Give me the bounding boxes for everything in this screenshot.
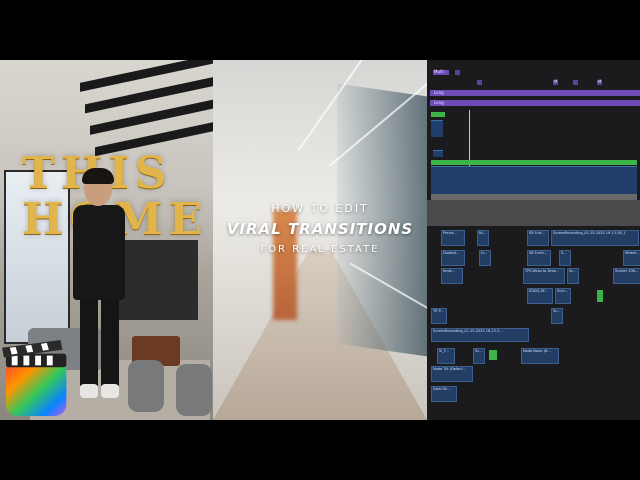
clip-label: TPS-Wrap to Drop...	[525, 269, 560, 273]
browser-clip[interactable]: SB Furth...	[527, 250, 551, 266]
browser-clip-audio[interactable]	[597, 290, 603, 302]
ottoman	[176, 364, 212, 416]
clip-label: SB Furt...	[529, 231, 545, 235]
browser-clip[interactable]: ScreenRecording_01-25-2025 16-13-3...	[431, 328, 529, 342]
browser-clip[interactable]: Sc...	[551, 308, 563, 324]
title-line-for-real-estate: FOR REAL ESTATE	[260, 244, 380, 255]
browser-clip-audio[interactable]	[489, 350, 497, 360]
lane-label: Long	[434, 90, 444, 95]
clip-label: Dark Dh...	[433, 387, 451, 391]
clip-label: S...	[561, 251, 567, 255]
browser-clip[interactable]: SB Furt...	[527, 230, 549, 246]
browser-clip[interactable]: Previs...	[441, 230, 465, 246]
clip-label: Doorbd...	[443, 251, 460, 255]
browser-clip[interactable]: EDDQ-SF...	[527, 288, 553, 304]
clip-label: SB Furth...	[529, 251, 548, 255]
browser-clip[interactable]: Sceder 336...	[613, 268, 640, 284]
browser-clip[interactable]: TR P...	[431, 308, 447, 324]
fireplace	[118, 240, 198, 320]
presenter-hair	[82, 168, 114, 184]
clip-label: Scre...	[557, 289, 568, 293]
timeline-clip[interactable]	[431, 120, 443, 137]
marker-label: M	[554, 79, 558, 84]
clip-label: Node Basic (B...	[523, 349, 551, 353]
browser-clip[interactable]: ScreenRecording_01-25-2025 19-13-38_1	[551, 230, 639, 246]
clip-label: Sl_F...	[439, 349, 449, 353]
browser-clip[interactable]: Wheel...	[623, 250, 640, 266]
presenter-shoe	[101, 384, 119, 398]
browser-clip[interactable]: Ni...	[477, 230, 489, 246]
presenter-leg	[101, 298, 119, 386]
clip-label: Sceder 336...	[615, 269, 639, 273]
marker-label: M	[598, 79, 602, 84]
browser-clip[interactable]: Sc...	[567, 268, 579, 284]
clip-label: Impe...	[443, 269, 456, 273]
browser-clip[interactable]: Impe...	[441, 268, 463, 284]
clip-label: Previs...	[443, 231, 457, 235]
timeline-marker[interactable]: M	[553, 79, 558, 85]
browser-clip[interactable]: Node Tilt (Defaul...	[431, 366, 473, 382]
video-thumbnail: THIS HOME	[0, 60, 640, 420]
clip-label: Ni...	[479, 231, 486, 235]
browser-clip[interactable]: Dark Dh...	[431, 386, 457, 402]
browser-clip[interactable]: Sc...	[473, 348, 485, 364]
browser-clip[interactable]: TPS-Wrap to Drop...	[523, 268, 565, 284]
presenter-shoe	[80, 384, 98, 398]
clip-label: Sc...	[569, 269, 577, 273]
clip-label: Sc...	[553, 309, 561, 313]
title-line-viral-transitions: VIRAL TRANSITIONS	[226, 220, 414, 238]
browser-clip[interactable]: H...	[479, 250, 491, 266]
home-interior-panel: THIS HOME	[0, 60, 213, 420]
clip-label: EDDQ-SF...	[529, 289, 548, 293]
timeline-clip[interactable]	[433, 150, 443, 157]
timeline-empty-area[interactable]	[427, 200, 640, 226]
primary-storyline[interactable]	[431, 166, 637, 195]
final-cut-pro-logo-icon	[2, 340, 67, 417]
clip-label: Sc...	[475, 349, 483, 353]
audio-lane[interactable]: Long	[430, 100, 640, 106]
audio-lane[interactable]: Long	[430, 90, 640, 96]
clip-label: ScreenRecording_01-25-2025 16-13-3...	[433, 329, 503, 333]
lane-label: Long	[434, 100, 444, 105]
hallway-panel: HOW TO EDIT VIRAL TRANSITIONS FOR REAL E…	[213, 60, 427, 420]
primary-storyline-audio[interactable]	[431, 160, 637, 165]
clip-label: Wheel...	[625, 251, 640, 255]
timeline-marker[interactable]	[573, 80, 578, 85]
timeline-marker[interactable]: Multi	[433, 69, 449, 75]
browser-clip[interactable]: Doorbd...	[441, 250, 465, 266]
presenter-leg	[80, 298, 98, 386]
ottoman	[128, 360, 164, 412]
timeline-marker[interactable]: M	[597, 79, 602, 85]
timeline-clip[interactable]	[431, 112, 445, 117]
title-line-how-to-edit: HOW TO EDIT	[271, 202, 369, 215]
browser-clip[interactable]: Node Basic (B...	[521, 348, 559, 364]
presenter	[73, 205, 125, 300]
clip-label: TR P...	[433, 309, 444, 313]
clip-label: ScreenRecording_01-25-2025 19-13-38_1	[553, 231, 626, 235]
clip-label: H...	[481, 251, 487, 255]
clip-label: Node Tilt (Defaul...	[433, 367, 466, 371]
browser-clip[interactable]: Sl_F...	[437, 348, 455, 364]
timeline-marker[interactable]	[455, 70, 460, 75]
editor-timeline-panel: Multi M M Long Long Previs... Ni... SB F…	[427, 60, 640, 420]
browser-clip[interactable]: S...	[559, 250, 571, 266]
timeline-marker[interactable]	[477, 80, 482, 85]
marker-label: Multi	[434, 69, 444, 74]
browser-clip[interactable]: Scre...	[555, 288, 571, 304]
